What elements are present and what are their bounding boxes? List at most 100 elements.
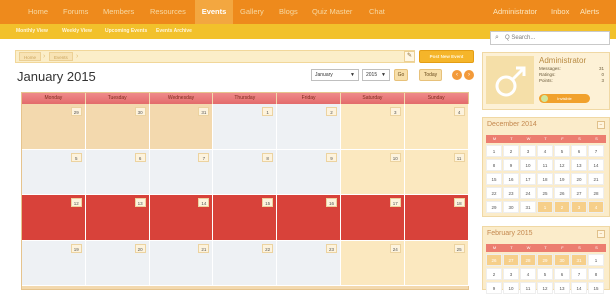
- calendar-day-cell[interactable]: 5: [22, 149, 86, 195]
- mini-calendar-day[interactable]: 24: [520, 187, 536, 199]
- mini-calendar-day[interactable]: 1: [486, 145, 502, 157]
- nav-forums[interactable]: Forums: [63, 0, 88, 24]
- calendar-day-cell[interactable]: 1: [213, 104, 278, 150]
- day-number[interactable]: 2: [325, 107, 337, 116]
- mini-calendar-day[interactable]: 18: [537, 173, 553, 185]
- mini-calendar-day[interactable]: 23: [503, 187, 519, 199]
- mini-calendar-day[interactable]: 30: [503, 201, 519, 213]
- day-number[interactable]: 31: [198, 107, 210, 116]
- calendar-day-cell[interactable]: 17: [341, 195, 405, 241]
- day-number[interactable]: 25: [453, 243, 465, 253]
- mini-calendar-day[interactable]: 12: [537, 282, 553, 294]
- day-number[interactable]: 19: [70, 243, 82, 253]
- day-number[interactable]: 6: [134, 152, 146, 162]
- mini-calendar-day[interactable]: 2: [554, 201, 570, 213]
- mini-calendar-day[interactable]: 14: [588, 159, 604, 171]
- mini-calendar-day[interactable]: 27: [571, 187, 587, 199]
- calendar-day-cell[interactable]: 4: [404, 104, 469, 150]
- calendar-day-cell[interactable]: 10: [341, 149, 405, 195]
- calendar-day-cell[interactable]: 11: [404, 149, 469, 195]
- mini-calendar-day[interactable]: 6: [554, 268, 570, 280]
- day-number[interactable]: 12: [70, 198, 82, 207]
- day-number[interactable]: 24: [389, 243, 401, 253]
- calendar-day-cell[interactable]: 21: [149, 240, 214, 286]
- visibility-toggle[interactable]: Invisible: [539, 94, 590, 103]
- mini-calendar-day[interactable]: 25: [537, 187, 553, 199]
- month-select[interactable]: January ▼: [311, 69, 359, 81]
- mini-calendar-day[interactable]: 26: [554, 187, 570, 199]
- mini-calendar-title[interactable]: February 2015: [487, 230, 533, 237]
- day-number[interactable]: 11: [453, 152, 465, 162]
- mini-calendar-day[interactable]: 15: [588, 282, 604, 294]
- mini-calendar-day[interactable]: 29: [486, 201, 502, 213]
- day-number[interactable]: 22: [262, 243, 274, 253]
- subnav-events-archive[interactable]: Events Archive: [156, 24, 192, 39]
- day-number[interactable]: 5: [70, 152, 82, 162]
- previous-month-button[interactable]: ‹: [452, 70, 462, 80]
- calendar-day-cell[interactable]: 30: [85, 104, 150, 150]
- calendar-day-cell[interactable]: 22: [213, 240, 278, 286]
- nav-blogs[interactable]: Blogs: [279, 0, 298, 24]
- mini-calendar-day[interactable]: 13: [571, 159, 587, 171]
- calendar-day-cell[interactable]: 8: [213, 149, 278, 195]
- today-button[interactable]: Today: [419, 69, 442, 81]
- mini-calendar-day[interactable]: 16: [503, 173, 519, 185]
- mini-calendar-day[interactable]: 14: [571, 282, 587, 294]
- mini-calendar-day[interactable]: 20: [571, 173, 587, 185]
- mini-calendar-day[interactable]: 9: [486, 282, 502, 294]
- calendar-day-cell[interactable]: 3: [341, 104, 405, 150]
- calendar-day-cell[interactable]: 29: [22, 104, 86, 150]
- mini-calendar-day[interactable]: 31: [571, 254, 587, 266]
- mini-calendar-day[interactable]: 4: [537, 145, 553, 157]
- mini-calendar-day[interactable]: 3: [503, 268, 519, 280]
- calendar-day-cell[interactable]: 2: [277, 104, 341, 150]
- day-number[interactable]: 21: [198, 243, 210, 253]
- mini-calendar-day[interactable]: 15: [486, 173, 502, 185]
- mini-calendar-day[interactable]: 21: [588, 173, 604, 185]
- nav-gallery[interactable]: Gallery: [240, 0, 264, 24]
- mini-calendar-day[interactable]: 10: [503, 282, 519, 294]
- subnav-upcoming-events[interactable]: Upcoming Events: [105, 24, 147, 39]
- mini-calendar-day[interactable]: 12: [554, 159, 570, 171]
- mini-calendar-day[interactable]: 8: [486, 159, 502, 171]
- mini-calendar-day[interactable]: 10: [520, 159, 536, 171]
- day-number[interactable]: 23: [325, 243, 337, 253]
- mini-calendar-day[interactable]: 3: [520, 145, 536, 157]
- mini-calendar-day[interactable]: 28: [588, 187, 604, 199]
- mini-calendar-day[interactable]: 7: [588, 145, 604, 157]
- calendar-day-cell[interactable]: 16: [277, 195, 341, 241]
- mini-calendar-day[interactable]: 4: [520, 268, 536, 280]
- mini-calendar-day[interactable]: 2: [503, 145, 519, 157]
- mini-calendar-day[interactable]: 1: [537, 201, 553, 213]
- mini-calendar-day[interactable]: 2: [486, 268, 502, 280]
- day-number[interactable]: 30: [134, 107, 146, 116]
- mini-calendar-day[interactable]: 28: [520, 254, 536, 266]
- calendar-day-cell[interactable]: 25: [404, 240, 469, 286]
- day-number[interactable]: 16: [325, 198, 337, 207]
- year-select[interactable]: 2015 ▼: [362, 69, 390, 81]
- calendar-day-cell[interactable]: 9: [277, 149, 341, 195]
- mini-calendar-day[interactable]: 5: [537, 268, 553, 280]
- day-number[interactable]: 29: [70, 107, 82, 116]
- mini-calendar-day[interactable]: 9: [503, 159, 519, 171]
- mini-calendar-day[interactable]: 17: [520, 173, 536, 185]
- nav-members[interactable]: Members: [103, 0, 134, 24]
- mini-calendar-day[interactable]: 19: [554, 173, 570, 185]
- nav-account[interactable]: Administrator: [493, 0, 537, 24]
- next-month-button[interactable]: ›: [464, 70, 474, 80]
- nav-inbox[interactable]: Inbox: [551, 0, 569, 24]
- day-number[interactable]: 3: [389, 107, 401, 116]
- post-new-event-button[interactable]: Post New Event: [419, 50, 474, 63]
- mini-calendar-day[interactable]: 7: [571, 268, 587, 280]
- nav-alerts[interactable]: Alerts: [580, 0, 599, 24]
- mini-calendar-day[interactable]: 3: [571, 201, 587, 213]
- day-number[interactable]: 7: [198, 152, 210, 162]
- calendar-day-cell[interactable]: 12: [22, 195, 86, 241]
- day-number[interactable]: 18: [453, 198, 465, 207]
- calendar-day-cell[interactable]: 7: [149, 149, 214, 195]
- nav-quiz-master[interactable]: Quiz Master: [312, 0, 352, 24]
- mini-calendar-day[interactable]: 11: [537, 159, 553, 171]
- mini-calendar-title[interactable]: December 2014: [487, 121, 537, 128]
- subnav-weekly-view[interactable]: Weekly View: [62, 24, 92, 39]
- mini-calendar-day[interactable]: 13: [554, 282, 570, 294]
